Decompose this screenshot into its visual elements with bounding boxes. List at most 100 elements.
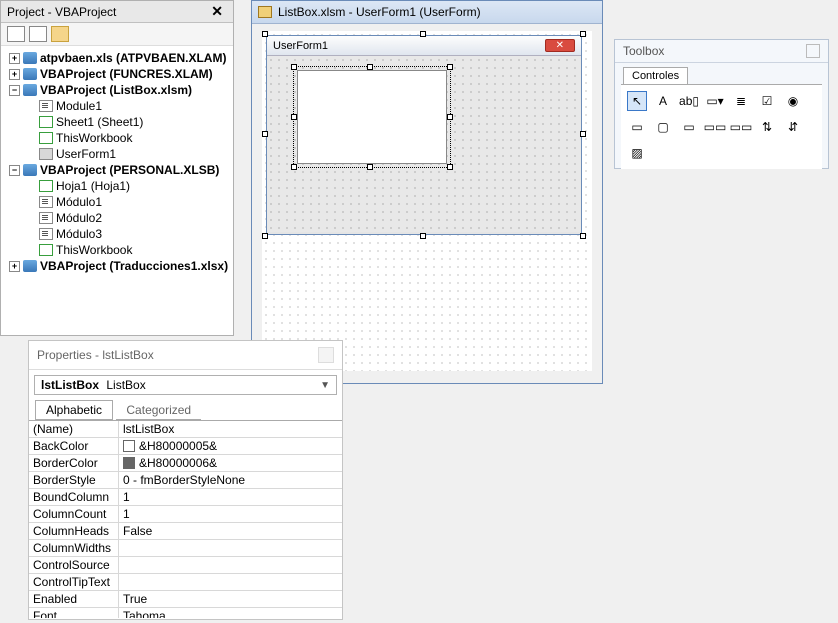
- tool-multipage[interactable]: ▭▭: [731, 117, 751, 137]
- tool-listbox[interactable]: ≣: [731, 91, 751, 111]
- tree-node[interactable]: ThisWorkbook: [3, 130, 231, 146]
- form-resize-handle[interactable]: [262, 131, 268, 137]
- resize-handle[interactable]: [291, 64, 297, 70]
- tree-node[interactable]: ThisWorkbook: [3, 242, 231, 258]
- property-row[interactable]: ColumnWidths: [29, 540, 342, 557]
- expander-icon[interactable]: +: [9, 69, 20, 80]
- tool-pointer[interactable]: ↖: [627, 91, 647, 111]
- tab-categorized[interactable]: Categorized: [116, 401, 201, 420]
- tool-textbox[interactable]: ab▯: [679, 91, 699, 111]
- tree-node[interactable]: Sheet1 (Sheet1): [3, 114, 231, 130]
- tab-controls[interactable]: Controles: [623, 67, 688, 84]
- resize-handle[interactable]: [291, 164, 297, 170]
- folder-icon[interactable]: [51, 26, 69, 42]
- property-row[interactable]: BorderColor&H80000006&: [29, 455, 342, 472]
- tool-frame[interactable]: ▢: [653, 117, 673, 137]
- property-value[interactable]: 1: [119, 489, 342, 505]
- property-value-text: True: [123, 592, 147, 606]
- toolbox-close-icon[interactable]: [806, 44, 820, 58]
- form-resize-handle[interactable]: [580, 233, 586, 239]
- form-resize-handle[interactable]: [580, 131, 586, 137]
- property-name: BackColor: [29, 438, 119, 454]
- property-value[interactable]: True: [119, 591, 342, 607]
- property-row[interactable]: ControlSource: [29, 557, 342, 574]
- expander-icon[interactable]: −: [9, 165, 20, 176]
- tab-alphabetic[interactable]: Alphabetic: [35, 400, 113, 420]
- property-row[interactable]: EnabledTrue: [29, 591, 342, 608]
- tree-node[interactable]: Hoja1 (Hoja1): [3, 178, 231, 194]
- property-value[interactable]: [119, 574, 342, 590]
- property-value[interactable]: False: [119, 523, 342, 539]
- userform[interactable]: UserForm1 ✕: [266, 35, 582, 235]
- tool-commandbutton[interactable]: ▭: [679, 117, 699, 137]
- form-resize-handle[interactable]: [420, 233, 426, 239]
- property-name: BorderColor: [29, 455, 119, 471]
- userform-titlebar: UserForm1 ✕: [267, 36, 581, 56]
- tool-image[interactable]: ▨: [627, 143, 647, 163]
- resize-handle[interactable]: [447, 64, 453, 70]
- tree-node[interactable]: Module1: [3, 98, 231, 114]
- tool-combobox[interactable]: ▭▾: [705, 91, 725, 111]
- view-code-icon[interactable]: [7, 26, 25, 42]
- tool-spinbutton[interactable]: ⇵: [783, 117, 803, 137]
- expander-icon[interactable]: +: [9, 53, 20, 64]
- chevron-down-icon[interactable]: ▼: [320, 380, 330, 391]
- listbox-control[interactable]: [297, 70, 447, 164]
- tool-togglebutton[interactable]: ▭: [627, 117, 647, 137]
- resize-handle[interactable]: [447, 164, 453, 170]
- property-value[interactable]: lstListBox: [119, 421, 342, 437]
- property-row[interactable]: FontTahoma: [29, 608, 342, 618]
- property-name: ControlTipText: [29, 574, 119, 590]
- tree-node[interactable]: Módulo1: [3, 194, 231, 210]
- property-value[interactable]: [119, 557, 342, 573]
- tree-node-label: VBAProject (ListBox.xlsm): [40, 83, 192, 97]
- tree-node[interactable]: +atpvbaen.xls (ATPVBAEN.XLAM): [3, 50, 231, 66]
- tree-node[interactable]: Módulo3: [3, 226, 231, 242]
- userform-body[interactable]: [267, 56, 581, 232]
- tree-node[interactable]: +VBAProject (Traducciones1.xlsx): [3, 258, 231, 274]
- tree-node[interactable]: UserForm1: [3, 146, 231, 162]
- property-row[interactable]: (Name)lstListBox: [29, 421, 342, 438]
- tool-label[interactable]: A: [653, 91, 673, 111]
- property-row[interactable]: BorderStyle0 - fmBorderStyleNone: [29, 472, 342, 489]
- expander-icon[interactable]: −: [9, 85, 20, 96]
- property-row[interactable]: ColumnHeadsFalse: [29, 523, 342, 540]
- resize-handle[interactable]: [291, 114, 297, 120]
- property-row[interactable]: ControlTipText: [29, 574, 342, 591]
- tool-checkbox[interactable]: ☑: [757, 91, 777, 111]
- view-object-icon[interactable]: [29, 26, 47, 42]
- property-name: ColumnCount: [29, 506, 119, 522]
- properties-titlebar: Properties - lstListBox: [29, 341, 342, 370]
- property-value[interactable]: 1: [119, 506, 342, 522]
- form-resize-handle[interactable]: [262, 31, 268, 37]
- resize-handle[interactable]: [367, 164, 373, 170]
- expander-icon[interactable]: +: [9, 261, 20, 272]
- object-selector[interactable]: lstListBox ListBox ▼: [34, 375, 337, 395]
- property-value[interactable]: 0 - fmBorderStyleNone: [119, 472, 342, 488]
- userform-close-button[interactable]: ✕: [545, 39, 575, 52]
- tool-scrollbar[interactable]: ⇅: [757, 117, 777, 137]
- property-row[interactable]: BackColor&H80000005&: [29, 438, 342, 455]
- property-value[interactable]: &H80000006&: [119, 455, 342, 471]
- property-row[interactable]: BoundColumn1: [29, 489, 342, 506]
- form-resize-handle[interactable]: [420, 31, 426, 37]
- resize-handle[interactable]: [447, 114, 453, 120]
- property-value[interactable]: Tahoma: [119, 608, 342, 618]
- designer-canvas[interactable]: UserForm1 ✕: [262, 31, 592, 371]
- tree-node[interactable]: − VBAProject (ListBox.xlsm): [3, 82, 231, 98]
- tree-node[interactable]: −VBAProject (PERSONAL.XLSB): [3, 162, 231, 178]
- tool-optionbutton[interactable]: ◉: [783, 91, 803, 111]
- properties-close-icon[interactable]: [318, 347, 334, 363]
- project-tree[interactable]: +atpvbaen.xls (ATPVBAEN.XLAM)+VBAProject…: [1, 46, 233, 332]
- tool-tabstrip[interactable]: ▭▭: [705, 117, 725, 137]
- properties-grid[interactable]: (Name)lstListBoxBackColor&H80000005&Bord…: [29, 420, 342, 618]
- property-value[interactable]: &H80000005&: [119, 438, 342, 454]
- tree-node[interactable]: Módulo2: [3, 210, 231, 226]
- close-icon[interactable]: ✕: [207, 3, 227, 20]
- form-resize-handle[interactable]: [262, 233, 268, 239]
- form-resize-handle[interactable]: [580, 31, 586, 37]
- tree-node[interactable]: +VBAProject (FUNCRES.XLAM): [3, 66, 231, 82]
- property-row[interactable]: ColumnCount1: [29, 506, 342, 523]
- resize-handle[interactable]: [367, 64, 373, 70]
- property-value[interactable]: [119, 540, 342, 556]
